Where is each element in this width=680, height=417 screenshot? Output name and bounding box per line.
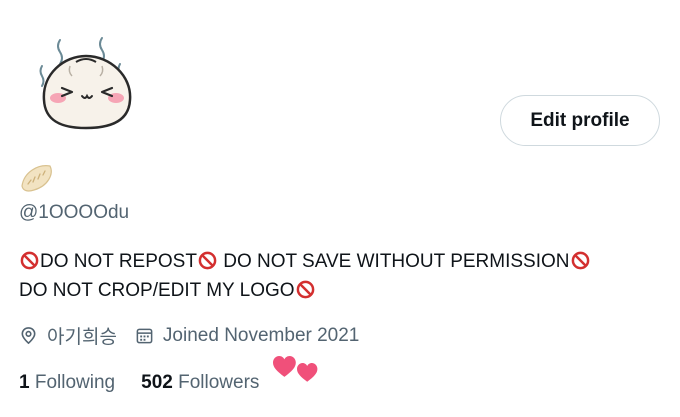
calendar-icon xyxy=(136,328,153,344)
location-text: 아기희승 xyxy=(47,327,117,348)
bio: DO NOT REPOST DO NOT SAVE WITHOUT PERMIS… xyxy=(19,247,669,305)
bio-text-1: DO NOT REPOST xyxy=(40,251,197,272)
avatar[interactable] xyxy=(30,36,142,136)
bio-text-2: DO NOT SAVE WITHOUT PERMISSION xyxy=(217,251,570,272)
bio-text-3: DO NOT CROP/EDIT MY LOGO xyxy=(19,280,295,301)
bio-line-1: DO NOT REPOST DO NOT SAVE WITHOUT PERMIS… xyxy=(19,247,669,276)
user-handle: @1OOOOdu xyxy=(19,202,130,223)
hearts-icon xyxy=(273,356,318,382)
location-pin-icon xyxy=(21,327,36,345)
followers-label: Followers xyxy=(178,372,260,393)
followers-count: 502 xyxy=(141,372,173,393)
prohibited-icon xyxy=(296,280,314,299)
profile-meta: 아기희승 Joined November 2021 xyxy=(19,322,359,349)
steamed-bun-avatar-icon xyxy=(39,37,132,130)
bio-line-2: DO NOT CROP/EDIT MY LOGO xyxy=(19,276,669,305)
followers-link[interactable]: 502 Followers xyxy=(141,372,259,394)
dumpling-emoji-icon xyxy=(21,165,52,192)
prohibited-icon xyxy=(198,251,217,270)
following-count: 1 xyxy=(19,372,30,393)
following-label: Following xyxy=(34,372,116,393)
prohibited-icon xyxy=(571,251,589,270)
edit-profile-button[interactable]: Edit profile xyxy=(500,95,660,146)
joined-date: Joined November 2021 xyxy=(162,324,360,346)
follow-stats: 1 Following 502 Followers xyxy=(19,372,259,394)
prohibited-icon xyxy=(20,251,39,270)
display-name xyxy=(18,160,56,196)
following-link[interactable]: 1 Following xyxy=(19,372,115,394)
